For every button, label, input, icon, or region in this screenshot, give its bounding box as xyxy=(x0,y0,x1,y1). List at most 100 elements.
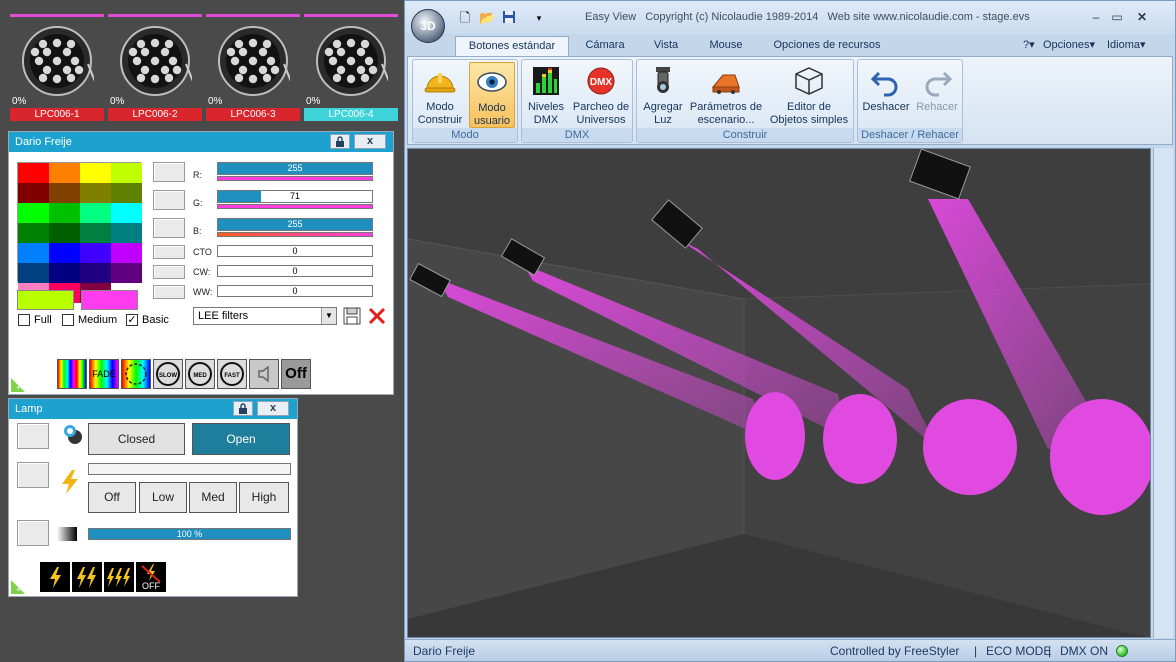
check-basic[interactable]: ✓ Basic xyxy=(126,314,169,326)
viewport-scrollbar[interactable] xyxy=(1153,148,1173,638)
3d-stage-viewport[interactable] xyxy=(407,148,1151,638)
channel-preset-button[interactable] xyxy=(153,245,185,259)
save-icon[interactable] xyxy=(343,307,361,325)
rehacer-button[interactable]: Rehacer xyxy=(912,62,962,128)
strobe-med-button[interactable]: Med xyxy=(189,482,237,513)
filter-select[interactable]: LEE filters ▼ xyxy=(193,307,337,325)
strobe-low-button[interactable]: Low xyxy=(139,482,187,513)
shutter-preset-button[interactable] xyxy=(17,423,49,449)
palette-swatch[interactable] xyxy=(49,203,80,223)
palette-swatch[interactable] xyxy=(80,263,111,283)
delete-icon[interactable] xyxy=(367,306,387,326)
rainbow-button[interactable] xyxy=(57,359,87,389)
channel-slider[interactable]: 0 xyxy=(217,245,373,257)
palette-swatch[interactable] xyxy=(80,183,111,203)
strobe-2-button[interactable] xyxy=(72,562,102,592)
speed-med-button[interactable]: MED xyxy=(185,359,215,389)
fixture-tile[interactable]: 0% LPC006-4 xyxy=(304,10,398,122)
editor-objetos-button[interactable]: Editor de Objetos simples xyxy=(765,62,853,128)
palette-swatch[interactable] xyxy=(111,223,142,243)
modo-usuario-button[interactable]: Modo usuario xyxy=(469,62,515,128)
channel-preset-button[interactable] xyxy=(153,190,185,210)
open-folder-icon[interactable]: 📂 xyxy=(479,10,495,26)
customize-toolbar-icon[interactable]: ▾ xyxy=(531,10,547,26)
channel-slider[interactable]: 255 xyxy=(217,218,373,231)
palette-swatch[interactable] xyxy=(80,203,111,223)
palette-swatch[interactable] xyxy=(111,183,142,203)
maximize-icon[interactable]: ▭ xyxy=(1106,8,1128,26)
close-icon[interactable]: x xyxy=(354,134,386,149)
channel-preset-button[interactable] xyxy=(153,285,185,299)
new-file-icon[interactable]: 🗋 xyxy=(457,10,473,26)
minimize-icon[interactable]: – xyxy=(1085,8,1107,26)
parametros-escenario-button[interactable]: Parámetros de escenario... xyxy=(687,62,765,128)
deshacer-button[interactable]: Deshacer xyxy=(860,62,912,128)
primary-color-swatch[interactable] xyxy=(17,290,74,310)
resize-corner-icon[interactable]: + xyxy=(11,576,29,594)
strobe-preset-button[interactable] xyxy=(17,462,49,488)
tab-mouse[interactable]: Mouse xyxy=(697,36,755,57)
tab-vista[interactable]: Vista xyxy=(641,36,691,57)
channel-slider[interactable]: 255 xyxy=(217,162,373,175)
palette-swatch[interactable] xyxy=(111,203,142,223)
strobe-3-button[interactable] xyxy=(104,562,134,592)
resize-corner-icon[interactable]: + xyxy=(11,374,29,392)
palette-swatch[interactable] xyxy=(18,243,49,263)
palette-swatch[interactable] xyxy=(49,163,80,183)
palette-swatch[interactable] xyxy=(49,183,80,203)
channel-preset-button[interactable] xyxy=(153,162,185,182)
fixture-tile[interactable]: 0% LPC006-2 xyxy=(108,10,202,122)
palette-swatch[interactable] xyxy=(18,203,49,223)
help-menu[interactable]: ?▾ xyxy=(1023,38,1035,51)
sound-button[interactable] xyxy=(249,359,279,389)
strobe-off-icon-button[interactable]: OFF xyxy=(136,562,166,592)
channel-slider[interactable]: 0 xyxy=(217,285,373,297)
close-icon[interactable]: x xyxy=(257,401,289,416)
checkbox[interactable]: ✓ xyxy=(126,314,138,326)
lock-icon[interactable] xyxy=(330,134,350,149)
app-orb-button[interactable]: 3D xyxy=(411,9,445,43)
options-menu[interactable]: Opciones▾ xyxy=(1043,38,1095,51)
off-button[interactable]: Off xyxy=(281,359,311,389)
fixture-tile[interactable]: 0% LPC006-1 xyxy=(10,10,104,122)
check-full[interactable]: Full xyxy=(18,314,52,326)
language-menu[interactable]: Idioma▾ xyxy=(1107,38,1146,51)
palette-swatch[interactable] xyxy=(80,223,111,243)
speed-slow-button[interactable]: SLOW xyxy=(153,359,183,389)
channel-preset-button[interactable] xyxy=(153,265,185,279)
palette-swatch[interactable] xyxy=(18,223,49,243)
niveles-dmx-button[interactable]: Niveles DMX xyxy=(524,62,568,128)
sound-color-button[interactable] xyxy=(121,359,151,389)
fixture-tile[interactable]: 0% LPC006-3 xyxy=(206,10,300,122)
checkbox[interactable] xyxy=(62,314,74,326)
lamp-panel-titlebar[interactable]: Lamp x xyxy=(9,399,297,419)
strobe-1-button[interactable] xyxy=(40,562,70,592)
palette-swatch[interactable] xyxy=(18,183,49,203)
modo-construir-button[interactable]: Modo Construir xyxy=(415,62,465,128)
palette-swatch[interactable] xyxy=(18,263,49,283)
palette-swatch[interactable] xyxy=(111,163,142,183)
dimmer-preset-button[interactable] xyxy=(17,520,49,546)
palette-swatch[interactable] xyxy=(49,223,80,243)
shutter-closed-button[interactable]: Closed xyxy=(88,423,185,455)
lock-icon[interactable] xyxy=(233,401,253,416)
parcheo-universos-button[interactable]: DMX Parcheo de Universos xyxy=(570,62,632,128)
palette-swatch[interactable] xyxy=(80,163,111,183)
palette-swatch[interactable] xyxy=(18,163,49,183)
agregar-luz-button[interactable]: Agregar Luz xyxy=(639,62,687,128)
channel-slider[interactable]: 0 xyxy=(217,265,373,277)
secondary-color-swatch[interactable] xyxy=(81,290,138,310)
check-medium[interactable]: Medium xyxy=(62,314,117,326)
tab-camara[interactable]: Cámara xyxy=(575,36,635,57)
palette-swatch[interactable] xyxy=(49,243,80,263)
dimmer-slider[interactable]: 100 % xyxy=(88,528,291,540)
close-icon[interactable]: ✕ xyxy=(1131,8,1153,26)
tab-botones-estandar[interactable]: Botones estándar xyxy=(455,36,569,57)
save-icon[interactable] xyxy=(501,10,517,26)
strobe-high-button[interactable]: High xyxy=(239,482,289,513)
shutter-open-button[interactable]: Open xyxy=(192,423,290,455)
palette-swatch[interactable] xyxy=(111,243,142,263)
tab-opciones-recursos[interactable]: Opciones de recursos xyxy=(761,36,893,57)
channel-slider[interactable]: 71 xyxy=(217,190,373,203)
strobe-slider[interactable] xyxy=(88,463,291,475)
